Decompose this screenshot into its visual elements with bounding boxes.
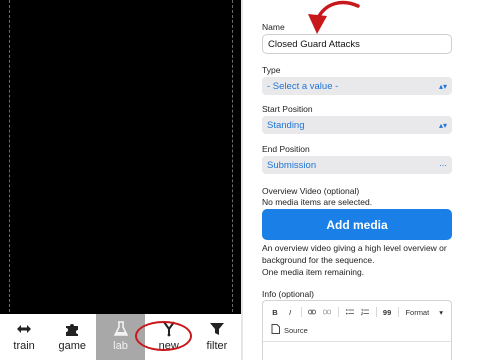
info-editor: B I 99 Format ▾ Source	[262, 300, 452, 360]
start-position-value: Standing	[267, 119, 305, 131]
updown-chevron-icon: ▴▾	[438, 120, 447, 130]
bold-button[interactable]: B	[271, 308, 279, 317]
type-select-value: - Select a value -	[267, 80, 339, 92]
format-dropdown-label: Format	[405, 307, 430, 317]
end-position-value: Submission	[267, 159, 317, 171]
type-select[interactable]: - Select a value - ▴▾	[262, 77, 452, 95]
add-media-button[interactable]: Add media	[262, 209, 452, 240]
media-remaining-text: One media item remaining.	[262, 267, 365, 277]
canvas-panel	[0, 0, 241, 360]
overview-help-line2: background for the sequence.	[262, 255, 375, 265]
no-media-text: No media items are selected.	[262, 197, 373, 207]
editor-toolbar: B I 99 Format ▾	[263, 301, 451, 323]
arrows-icon	[15, 321, 33, 337]
tab-label: filter	[206, 340, 228, 352]
chevron-down-icon: ▾	[439, 307, 443, 317]
tab-train[interactable]: train	[0, 314, 48, 360]
tab-label: lab	[113, 340, 128, 352]
guide-line-right	[232, 0, 233, 312]
ellipsis-icon: ⋯	[439, 160, 447, 170]
tab-label: new	[158, 340, 179, 352]
tab-label: game	[58, 340, 87, 352]
unlink-icon[interactable]	[323, 309, 332, 315]
fork-icon	[160, 321, 178, 337]
tab-new[interactable]: new	[145, 314, 193, 360]
overview-video-label: Overview Video (optional)	[262, 186, 360, 196]
numbered-list-icon[interactable]	[360, 308, 369, 316]
tab-lab[interactable]: lab	[96, 314, 145, 360]
filter-icon	[208, 321, 226, 337]
type-label: Type	[262, 65, 281, 75]
name-label: Name	[262, 22, 285, 32]
start-position-select[interactable]: Standing ▴▾	[262, 116, 452, 134]
italic-button[interactable]: I	[286, 308, 294, 317]
bulleted-list-icon[interactable]	[345, 308, 354, 316]
flask-icon	[112, 321, 130, 337]
source-button[interactable]: Source	[263, 323, 451, 337]
puzzle-icon	[63, 321, 81, 337]
info-text-area[interactable]	[263, 341, 451, 360]
source-label: Source	[284, 325, 308, 335]
source-icon	[271, 324, 280, 336]
panel-divider	[241, 0, 243, 360]
tab-filter[interactable]: filter	[193, 314, 241, 360]
updown-chevron-icon: ▴▾	[438, 81, 447, 91]
format-dropdown[interactable]: Format ▾	[405, 308, 443, 317]
blockquote-button[interactable]: 99	[383, 308, 391, 317]
end-position-select[interactable]: Submission ⋯	[262, 156, 452, 174]
info-label: Info (optional)	[262, 289, 314, 299]
name-field[interactable]: Closed Guard Attacks	[262, 34, 452, 54]
link-icon[interactable]	[308, 309, 317, 315]
tab-game[interactable]: game	[48, 314, 96, 360]
tab-label: train	[13, 340, 35, 352]
overview-help-line1: An overview video giving a high level ov…	[262, 243, 447, 253]
guide-line-left	[9, 0, 10, 312]
bottom-nav: train game lab new filter	[0, 314, 241, 360]
end-position-label: End Position	[262, 144, 310, 154]
start-position-label: Start Position	[262, 104, 313, 114]
